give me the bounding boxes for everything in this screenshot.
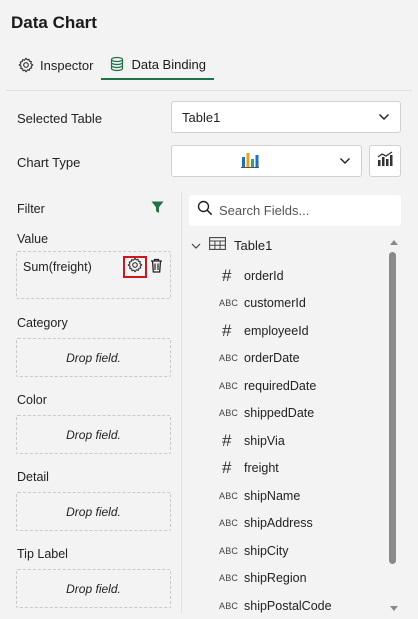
detail-label: Detail	[17, 470, 49, 484]
string-type-icon: ABC	[219, 573, 239, 584]
scroll-down-arrow-icon[interactable]	[390, 606, 398, 611]
field-item[interactable]: ABC orderDate	[219, 345, 379, 373]
filter-label: Filter	[17, 202, 45, 216]
chart-settings-icon	[376, 150, 394, 173]
field-name: orderDate	[244, 351, 300, 366]
tab-bar: Inspector Data Binding	[10, 50, 214, 82]
tree-root-label: Table1	[234, 237, 273, 253]
database-icon	[109, 56, 125, 72]
gear-icon	[18, 57, 34, 73]
field-name: customerId	[244, 296, 306, 311]
string-type-icon: ABC	[219, 490, 239, 501]
scrollbar[interactable]	[388, 233, 400, 613]
string-type-icon: ABC	[219, 353, 239, 364]
number-type-icon: #	[222, 430, 232, 450]
field-item[interactable]: ABC requiredDate	[219, 372, 379, 400]
string-type-icon: ABC	[219, 600, 239, 611]
field-item[interactable]: ABC shipCity	[219, 537, 379, 565]
chart-type-dropdown[interactable]	[171, 145, 362, 177]
tip-label-drop-zone[interactable]: Drop field.	[16, 569, 171, 608]
field-item[interactable]: # employeeId	[219, 317, 379, 345]
field-name: shipVia	[244, 433, 285, 448]
string-type-icon: ABC	[219, 380, 239, 391]
selected-table-label: Selected Table	[17, 111, 103, 126]
string-type-icon: ABC	[219, 298, 239, 309]
field-name: requiredDate	[244, 378, 317, 393]
category-drop-zone[interactable]: Drop field.	[16, 338, 171, 377]
string-type-icon: ABC	[219, 545, 239, 556]
field-item[interactable]: # freight	[219, 455, 379, 483]
table-icon	[209, 237, 226, 253]
field-name: shipRegion	[244, 571, 307, 586]
string-type-icon: ABC	[219, 518, 239, 529]
tab-data-binding[interactable]: Data Binding	[101, 50, 214, 80]
tree-root-table[interactable]: Table1	[191, 237, 272, 253]
bar-chart-icon	[240, 151, 260, 172]
field-name: shipAddress	[244, 516, 313, 531]
chevron-down-icon[interactable]	[191, 238, 201, 253]
field-name: employeeId	[244, 323, 309, 338]
color-drop-zone[interactable]: Drop field.	[16, 415, 171, 454]
field-list: # orderId ABC customerId # employeeId ABC order…	[219, 262, 379, 619]
field-name: orderId	[244, 268, 284, 283]
string-type-icon: ABC	[219, 408, 239, 419]
field-name: freight	[244, 461, 279, 476]
trash-icon[interactable]	[150, 258, 163, 278]
chart-type-label: Chart Type	[17, 155, 81, 170]
panel-title: Data Chart	[11, 13, 97, 32]
value-field-item: Sum(freight)	[23, 260, 92, 274]
scroll-up-arrow-icon[interactable]	[390, 240, 398, 245]
value-label: Value	[17, 232, 49, 246]
field-item[interactable]: ABC shipName	[219, 482, 379, 510]
gear-icon	[127, 257, 143, 278]
number-type-icon: #	[222, 458, 232, 478]
field-name: shippedDate	[244, 406, 315, 421]
selected-table-value: Table1	[182, 109, 221, 125]
scrollbar-thumb[interactable]	[389, 252, 396, 564]
field-item[interactable]: ABC shipPostalCode	[219, 592, 379, 619]
tab-inspector[interactable]: Inspector	[10, 50, 101, 80]
field-item[interactable]: # orderId	[219, 262, 379, 290]
selected-table-dropdown[interactable]: Table1	[171, 101, 401, 133]
field-name: shipPostalCode	[244, 598, 332, 613]
search-icon	[197, 200, 213, 221]
chevron-down-icon	[339, 157, 351, 165]
tip-label-label: Tip Label	[17, 547, 68, 561]
value-drop-zone[interactable]: Sum(freight)	[16, 251, 171, 299]
number-type-icon: #	[222, 265, 232, 285]
field-name: shipName	[244, 488, 301, 503]
search-input[interactable]	[219, 203, 389, 218]
panel-separator	[181, 192, 182, 613]
color-label: Color	[17, 393, 47, 407]
filter-icon[interactable]	[151, 201, 164, 219]
search-box[interactable]	[189, 195, 401, 226]
tab-inspector-label: Inspector	[40, 57, 94, 73]
field-name: shipCity	[244, 543, 289, 558]
field-item[interactable]: ABC shipRegion	[219, 565, 379, 593]
detail-drop-zone[interactable]: Drop field.	[16, 492, 171, 531]
field-item[interactable]: # shipVia	[219, 427, 379, 455]
number-type-icon: #	[222, 320, 232, 340]
category-label: Category	[17, 316, 68, 330]
chart-settings-button[interactable]	[369, 145, 401, 177]
field-item[interactable]: ABC shippedDate	[219, 400, 379, 428]
chevron-down-icon	[378, 113, 390, 121]
field-item[interactable]: ABC shipAddress	[219, 510, 379, 538]
field-item[interactable]: ABC customerId	[219, 290, 379, 318]
value-settings-button[interactable]	[123, 256, 147, 278]
header-divider	[6, 90, 412, 91]
tab-data-binding-label: Data Binding	[131, 56, 206, 72]
